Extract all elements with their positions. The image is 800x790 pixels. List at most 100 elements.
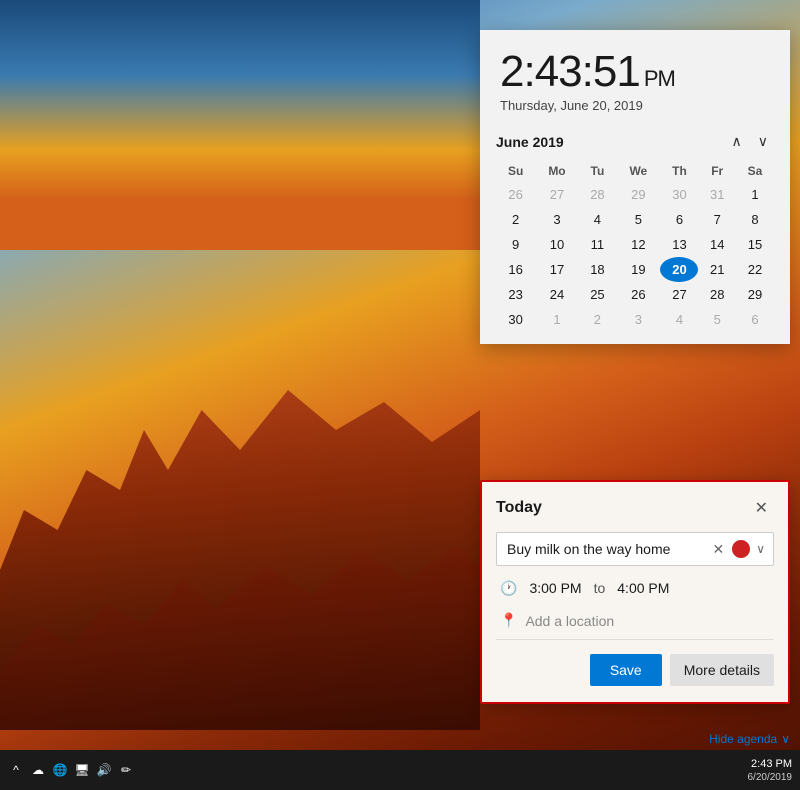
taskbar-desktop-icon[interactable]: 🖥 [74,762,90,778]
calendar-week-row: 30123456 [496,307,774,332]
calendar-day-cell[interactable]: 26 [616,282,660,307]
hide-agenda-chevron-icon: ∨ [781,732,790,746]
event-end-time[interactable]: 4:00 PM [613,578,673,598]
calendar-day-cell[interactable]: 12 [616,232,660,257]
calendar-day-cell[interactable]: 7 [698,207,736,232]
calendar-day-cell[interactable]: 24 [535,282,578,307]
calendar-week-row: 2345678 [496,207,774,232]
popup-close-button[interactable]: ✕ [749,496,774,520]
event-location-row: 📍 Add a location [496,610,774,640]
taskbar-volume-icon[interactable]: 🔊 [96,762,112,778]
calendar-day-cell[interactable]: 8 [736,207,774,232]
calendar-day-cell[interactable]: 28 [698,282,736,307]
event-title-clear-button[interactable]: ✕ [708,541,728,558]
calendar-day-cell[interactable]: 17 [535,257,578,282]
calendar-day-cell[interactable]: 20 [660,257,698,282]
calendar-day-cell[interactable]: 10 [535,232,578,257]
taskbar: ^ ☁ 🌐 🖥 🔊 ✏ 2:43 PM 6/20/2019 [0,750,800,790]
calendar-day-cell[interactable]: 29 [736,282,774,307]
calendar-week-row: 23242526272829 [496,282,774,307]
calendar-month-year: June 2019 [496,134,564,150]
calendar-day-cell[interactable]: 5 [698,307,736,332]
hide-agenda-label: Hide agenda [709,732,777,746]
event-start-time[interactable]: 3:00 PM [525,578,585,598]
calendar-weekday: Su [496,160,535,182]
calendar-day-cell[interactable]: 6 [736,307,774,332]
popup-title: Today [496,499,542,517]
calendar-day-cell[interactable]: 18 [579,257,617,282]
calendar-day-cell[interactable]: 28 [579,182,617,207]
calendar-day-cell[interactable]: 15 [736,232,774,257]
calendar-grid: SuMoTuWeThFrSa 2627282930311234567891011… [496,160,774,332]
calendar-day-cell[interactable]: 16 [496,257,535,282]
calendar-day-cell[interactable]: 19 [616,257,660,282]
calendar-day-cell[interactable]: 29 [616,182,660,207]
calendar-week-row: 16171819202122 [496,257,774,282]
calendar-day-cell[interactable]: 27 [660,282,698,307]
calendar-day-cell[interactable]: 22 [736,257,774,282]
calendar-day-cell[interactable]: 26 [496,182,535,207]
time-to-label: to [594,580,606,596]
calendar-day-cell[interactable]: 1 [736,182,774,207]
event-color-dot [732,540,750,558]
more-details-button[interactable]: More details [670,654,774,686]
clock-ampm: PM [644,66,675,91]
taskbar-right: 2:43 PM 6/20/2019 [748,757,793,782]
calendar-day-cell[interactable]: 2 [579,307,617,332]
calendar-day-cell[interactable]: 4 [579,207,617,232]
taskbar-chevron-icon[interactable]: ^ [8,762,24,778]
calendar-day-cell[interactable]: 3 [616,307,660,332]
calendar-day-cell[interactable]: 4 [660,307,698,332]
calendar-day-cell[interactable]: 6 [660,207,698,232]
event-location-input[interactable]: Add a location [525,613,614,629]
hide-agenda-link[interactable]: Hide agenda ∨ [709,732,790,746]
sky-gradient [0,0,480,250]
taskbar-wifi-icon[interactable]: 🌐 [52,762,68,778]
location-icon: 📍 [500,612,517,629]
event-time-row: 🕐 3:00 PM to 4:00 PM [496,576,774,600]
event-popup: Today ✕ ✕ ∨ 🕐 3:00 PM to 4:00 PM 📍 Add a… [480,480,790,704]
calendar-day-cell[interactable]: 5 [616,207,660,232]
calendar-day-cell[interactable]: 13 [660,232,698,257]
calendar-day-cell[interactable]: 1 [535,307,578,332]
calendar-weekdays-row: SuMoTuWeThFrSa [496,160,774,182]
taskbar-clock[interactable]: 2:43 PM 6/20/2019 [748,757,793,782]
taskbar-date: 6/20/2019 [748,772,793,783]
calendar-day-cell[interactable]: 31 [698,182,736,207]
clock-icon: 🕐 [500,580,517,597]
calendar-day-cell[interactable]: 23 [496,282,535,307]
event-color-chevron-icon[interactable]: ∨ [754,542,767,556]
calendar-day-cell[interactable]: 2 [496,207,535,232]
calendar-next-button[interactable]: ∨ [752,131,774,152]
clock-section: 2:43:51PM Thursday, June 20, 2019 [480,30,790,123]
calendar-weekday: Th [660,160,698,182]
calendar-weekday: Tu [579,160,617,182]
taskbar-cloud-icon[interactable]: ☁ [30,762,46,778]
calendar-prev-button[interactable]: ∧ [726,131,748,152]
event-title-input[interactable] [503,533,708,565]
calendar-day-cell[interactable]: 30 [496,307,535,332]
calendar-weekday: Mo [535,160,578,182]
calendar-day-cell[interactable]: 27 [535,182,578,207]
calendar-day-cell[interactable]: 30 [660,182,698,207]
calendar-weekday: Sa [736,160,774,182]
taskbar-pen-icon[interactable]: ✏ [118,762,134,778]
save-button[interactable]: Save [590,654,662,686]
calendar-day-cell[interactable]: 11 [579,232,617,257]
calendar-day-cell[interactable]: 14 [698,232,736,257]
clock-date: Thursday, June 20, 2019 [500,98,770,113]
clock-display: 2:43:51PM [500,50,770,94]
popup-buttons: Save More details [496,654,774,686]
calendar-body: 2627282930311234567891011121314151617181… [496,182,774,332]
calendar-day-cell[interactable]: 9 [496,232,535,257]
calendar-day-cell[interactable]: 3 [535,207,578,232]
calendar-day-cell[interactable]: 25 [579,282,617,307]
calendar-header: June 2019 ∧ ∨ [496,131,774,152]
calendar-week-row: 2627282930311 [496,182,774,207]
calendar-week-row: 9101112131415 [496,232,774,257]
clock-time-value: 2:43:51 [500,47,640,96]
calendar-section: June 2019 ∧ ∨ SuMoTuWeThFrSa 26272829303… [480,123,790,344]
calendar-day-cell[interactable]: 21 [698,257,736,282]
calendar-weekday: We [616,160,660,182]
clock-calendar-panel: 2:43:51PM Thursday, June 20, 2019 June 2… [480,30,790,344]
